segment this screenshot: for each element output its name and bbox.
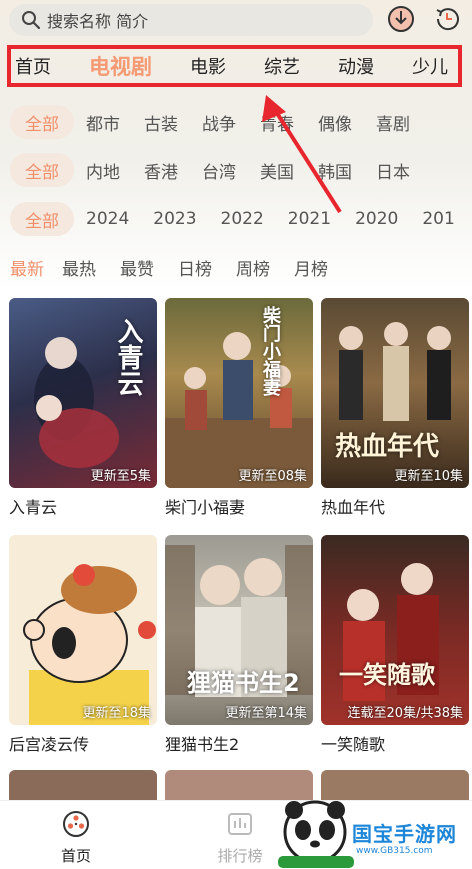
film-reel-icon: [63, 811, 89, 837]
sort-option[interactable]: 日榜: [178, 255, 212, 280]
show-card[interactable]: 柴门小福妻 更新至08集 柴门小福妻: [165, 298, 313, 518]
year-option[interactable]: 2021: [288, 209, 331, 229]
show-poster: 一笑随歌 连载至20集/共38集: [321, 535, 469, 725]
show-title[interactable]: 柴门小福妻: [165, 494, 313, 518]
bottom-nav-ranking[interactable]: 排行榜: [212, 809, 268, 866]
region-option[interactable]: 内地: [86, 158, 120, 183]
region-option[interactable]: 日本: [376, 158, 410, 183]
search-placeholder: 搜索名称 简介: [47, 12, 149, 31]
year-option[interactable]: 2023: [153, 209, 196, 229]
year-filter-all[interactable]: 全部: [10, 202, 74, 236]
region-option[interactable]: 台湾: [202, 158, 236, 183]
show-poster: 狸猫书生2 更新至第14集: [165, 535, 313, 725]
sort-option[interactable]: 最热: [62, 255, 96, 280]
year-option[interactable]: 2020: [355, 209, 398, 229]
poster-title: 入青云: [113, 318, 143, 396]
sort-option[interactable]: 月榜: [294, 255, 328, 280]
show-card[interactable]: 更新至18集 后宫凌云传: [9, 535, 157, 755]
show-poster: 柴门小福妻 更新至08集: [165, 298, 313, 488]
year-filter-row: 全部 2024 2023 2022 2021 2020 201: [10, 201, 472, 237]
show-poster: 热血年代 更新至10集: [321, 298, 469, 488]
category-tabs: 首页 电视剧 电影 综艺 动漫 少儿: [7, 45, 462, 87]
bottom-nav-home[interactable]: 首页: [54, 809, 98, 866]
tab-tv-series[interactable]: 电视剧: [89, 51, 152, 81]
episode-badge: 更新至5集: [90, 469, 151, 484]
show-poster: 更新至18集: [9, 535, 157, 725]
show-card[interactable]: 一笑随歌 连载至20集/共38集 一笑随歌: [321, 535, 469, 755]
poster-art: [343, 563, 439, 701]
show-title[interactable]: 狸猫书生2: [165, 731, 313, 755]
year-option[interactable]: 2024: [86, 209, 129, 229]
episode-badge: 连载至20集/共38集: [347, 706, 463, 721]
watermark-text: 国宝手游网: [352, 822, 457, 846]
show-card[interactable]: 狸猫书生2 更新至第14集 狸猫书生2: [165, 535, 313, 755]
genre-filter-row: 全部 都市 古装 战争 青春 偶像 喜剧: [10, 104, 472, 140]
episode-badge: 更新至08集: [238, 469, 307, 484]
poster-art: [165, 332, 313, 488]
genre-option[interactable]: 青春: [260, 110, 294, 135]
show-title[interactable]: 热血年代: [321, 494, 469, 518]
genre-option[interactable]: 战争: [202, 110, 236, 135]
year-option[interactable]: 2022: [221, 209, 264, 229]
poster-title: 狸猫书生2: [187, 669, 300, 697]
show-title[interactable]: 入青云: [9, 494, 157, 518]
genre-option[interactable]: 偶像: [318, 110, 352, 135]
genre-option[interactable]: 都市: [86, 110, 120, 135]
year-option[interactable]: 201: [422, 209, 454, 229]
tab-anime[interactable]: 动漫: [338, 53, 374, 79]
show-title[interactable]: 一笑随歌: [321, 731, 469, 755]
sort-option[interactable]: 最赞: [120, 255, 154, 280]
search-bar[interactable]: 搜索名称 简介: [9, 4, 373, 36]
header-background: [0, 0, 472, 290]
watermark-url: www.GB315.com: [356, 846, 433, 856]
genre-option[interactable]: 喜剧: [376, 110, 410, 135]
bottom-nav-home-label: 首页: [60, 847, 91, 865]
genre-filter-all[interactable]: 全部: [10, 105, 74, 139]
search-icon: [22, 11, 41, 30]
show-card[interactable]: 入青云 更新至5集 入青云: [9, 298, 157, 518]
genre-option[interactable]: 古装: [144, 110, 178, 135]
show-card[interactable]: 热血年代 更新至10集 热血年代: [321, 298, 469, 518]
poster-title: 柴门小福妻: [260, 306, 281, 396]
show-poster-partial[interactable]: [9, 770, 157, 800]
episode-badge: 更新至18集: [82, 706, 151, 721]
download-icon[interactable]: [386, 4, 416, 34]
chart-icon: [228, 813, 252, 835]
region-option[interactable]: 香港: [144, 158, 178, 183]
poster-title: 热血年代: [335, 432, 440, 462]
episode-badge: 更新至10集: [394, 469, 463, 484]
poster-art: [23, 564, 156, 725]
show-title[interactable]: 后宫凌云传: [9, 731, 157, 755]
sort-option[interactable]: 周榜: [236, 255, 270, 280]
sort-filter-row: 最新 最热 最赞 日榜 周榜 月榜: [10, 249, 472, 285]
tab-variety[interactable]: 综艺: [264, 53, 300, 79]
sort-latest[interactable]: 最新: [10, 250, 50, 284]
region-filter-row: 全部 内地 香港 台湾 美国 韩国 日本: [10, 152, 472, 188]
episode-badge: 更新至第14集: [225, 706, 307, 721]
history-icon[interactable]: [432, 4, 462, 34]
region-filter-all[interactable]: 全部: [10, 153, 74, 187]
tab-kids[interactable]: 少儿: [412, 53, 448, 79]
region-option[interactable]: 韩国: [318, 158, 352, 183]
region-option[interactable]: 美国: [260, 158, 294, 183]
poster-title: 一笑随歌: [339, 661, 435, 689]
tab-movies[interactable]: 电影: [190, 53, 226, 79]
show-poster: 入青云 更新至5集: [9, 298, 157, 488]
bottom-nav-ranking-label: 排行榜: [217, 847, 263, 865]
tab-home[interactable]: 首页: [15, 53, 51, 79]
